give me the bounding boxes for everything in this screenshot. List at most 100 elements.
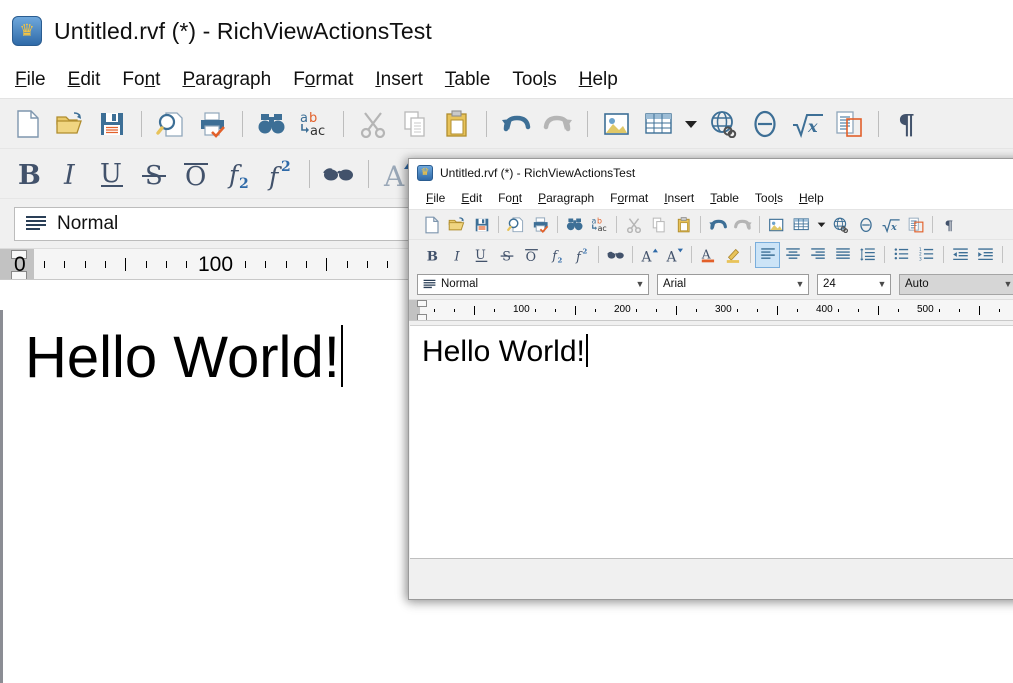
redo-arrow-icon[interactable]: [730, 212, 755, 238]
open-folder-icon[interactable]: [50, 102, 90, 146]
menu-file[interactable]: File: [419, 190, 452, 206]
menu-help[interactable]: Help: [792, 190, 831, 206]
superscript-button[interactable]: f2: [260, 152, 300, 196]
menu-file[interactable]: File: [6, 67, 55, 93]
new-file-icon[interactable]: [8, 102, 48, 146]
paste-clipboard-icon[interactable]: [437, 102, 477, 146]
align-right-button[interactable]: [805, 242, 830, 268]
decrease-indent-button[interactable]: [948, 242, 973, 268]
undo-arrow-icon[interactable]: [705, 212, 730, 238]
redo-arrow-icon[interactable]: [538, 102, 578, 146]
italic-button[interactable]: I: [50, 152, 90, 196]
insert-note-icon[interactable]: [829, 102, 869, 146]
menu-format[interactable]: Format: [603, 190, 655, 206]
copy-icon[interactable]: [395, 102, 435, 146]
menu-paragraph[interactable]: Paragraph: [531, 190, 601, 206]
print-icon[interactable]: [193, 102, 233, 146]
align-justify-button[interactable]: [830, 242, 855, 268]
first-line-indent-marker[interactable]: [417, 300, 427, 307]
underline-button[interactable]: U: [469, 242, 494, 268]
new-file-icon[interactable]: [419, 212, 444, 238]
menu-insert[interactable]: Insert: [657, 190, 701, 206]
left-indent-marker[interactable]: [417, 314, 427, 321]
hidden-text-glasses-icon[interactable]: [603, 242, 628, 268]
superscript-button[interactable]: f2: [569, 242, 594, 268]
style-combo[interactable]: Normal ▼: [417, 274, 649, 295]
menu-tools[interactable]: Tools: [748, 190, 790, 206]
open-folder-icon[interactable]: [444, 212, 469, 238]
bold-button[interactable]: B: [8, 152, 48, 196]
inner-ruler[interactable]: 100 200 300 400 500: [409, 299, 1013, 321]
insert-formula-sqrt-icon[interactable]: x: [878, 212, 903, 238]
paragraph-border-button[interactable]: [1007, 242, 1013, 268]
chevron-down-icon[interactable]: ▼: [1000, 279, 1013, 289]
subscript-button[interactable]: f2: [544, 242, 569, 268]
menu-insert[interactable]: Insert: [366, 67, 432, 93]
replace-abac-icon[interactable]: abac: [294, 102, 334, 146]
numbered-list-button[interactable]: 123: [914, 242, 939, 268]
undo-arrow-icon[interactable]: [496, 102, 536, 146]
bold-button[interactable]: B: [419, 242, 444, 268]
insert-symbol-theta-icon[interactable]: [853, 212, 878, 238]
paste-clipboard-icon[interactable]: [671, 212, 696, 238]
menu-table[interactable]: Table: [436, 67, 499, 93]
subscript-button[interactable]: f2: [218, 152, 258, 196]
shrink-font-button[interactable]: A: [662, 242, 687, 268]
menu-paragraph[interactable]: Paragraph: [173, 67, 280, 93]
font-color-combo[interactable]: Auto ▼: [899, 274, 1013, 295]
font-name-combo[interactable]: Arial ▼: [657, 274, 809, 295]
insert-hyperlink-globe-icon[interactable]: [828, 212, 853, 238]
insert-picture-icon[interactable]: [597, 102, 637, 146]
highlight-color-button[interactable]: [721, 242, 746, 268]
increase-indent-button[interactable]: [973, 242, 998, 268]
overline-button[interactable]: O: [519, 242, 544, 268]
chevron-down-icon[interactable]: ▼: [632, 279, 648, 289]
print-preview-icon[interactable]: [151, 102, 191, 146]
chevron-down-icon[interactable]: ▼: [874, 279, 890, 289]
align-left-button[interactable]: [755, 242, 780, 268]
save-floppy-icon[interactable]: [92, 102, 132, 146]
menu-font[interactable]: Font: [491, 190, 529, 206]
insert-hyperlink-globe-icon[interactable]: [703, 102, 743, 146]
grow-font-button[interactable]: A: [637, 242, 662, 268]
menu-font[interactable]: Font: [113, 67, 169, 93]
inner-window[interactable]: ♛ Untitled.rvf (*) - RichViewActionsTest…: [408, 158, 1013, 600]
inner-titlebar[interactable]: ♛ Untitled.rvf (*) - RichViewActionsTest: [409, 159, 1013, 187]
underline-button[interactable]: U: [92, 152, 132, 196]
insert-table-icon[interactable]: [639, 102, 679, 146]
strikeout-button[interactable]: S: [134, 152, 174, 196]
print-preview-icon[interactable]: [503, 212, 528, 238]
show-pilcrow-icon[interactable]: ¶: [937, 212, 962, 238]
insert-symbol-theta-icon[interactable]: [745, 102, 785, 146]
font-size-combo[interactable]: 24 ▼: [817, 274, 891, 295]
cut-scissors-icon[interactable]: [621, 212, 646, 238]
menu-help[interactable]: Help: [570, 67, 627, 93]
find-binoculars-icon[interactable]: [562, 212, 587, 238]
chevron-down-icon[interactable]: ▼: [792, 279, 808, 289]
table-dropdown-arrow-icon[interactable]: [681, 102, 701, 146]
replace-abac-icon[interactable]: abac: [587, 212, 612, 238]
save-floppy-icon[interactable]: [469, 212, 494, 238]
insert-note-icon[interactable]: [903, 212, 928, 238]
cut-scissors-icon[interactable]: [353, 102, 393, 146]
bullet-list-button[interactable]: [889, 242, 914, 268]
table-dropdown-arrow-icon[interactable]: [814, 212, 828, 238]
align-center-button[interactable]: [780, 242, 805, 268]
strikeout-button[interactable]: S: [494, 242, 519, 268]
font-color-button[interactable]: A: [696, 242, 721, 268]
italic-button[interactable]: I: [444, 242, 469, 268]
hidden-text-glasses-icon[interactable]: [319, 152, 359, 196]
print-icon[interactable]: [528, 212, 553, 238]
menu-edit[interactable]: Edit: [59, 67, 110, 93]
menu-table[interactable]: Table: [703, 190, 746, 206]
insert-picture-icon[interactable]: [764, 212, 789, 238]
insert-table-icon[interactable]: [789, 212, 814, 238]
line-spacing-button[interactable]: [855, 242, 880, 268]
show-pilcrow-icon[interactable]: ¶: [888, 102, 928, 146]
inner-document-area[interactable]: Hello World!: [410, 325, 1013, 558]
menu-tools[interactable]: Tools: [503, 67, 565, 93]
insert-formula-sqrt-icon[interactable]: x: [787, 102, 827, 146]
copy-icon[interactable]: [646, 212, 671, 238]
overline-button[interactable]: O: [176, 152, 216, 196]
menu-edit[interactable]: Edit: [454, 190, 489, 206]
